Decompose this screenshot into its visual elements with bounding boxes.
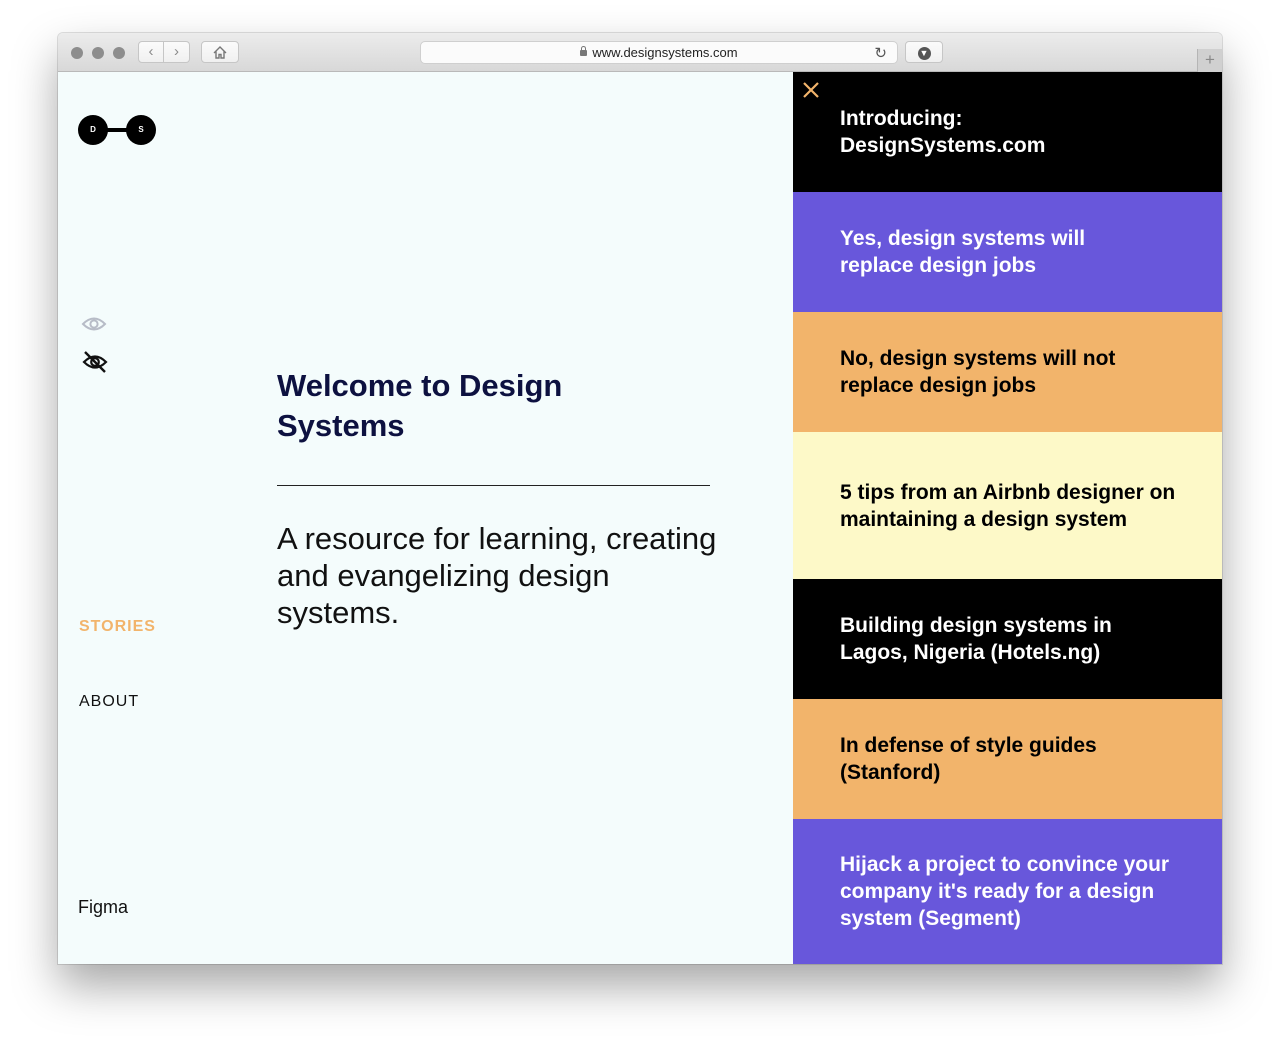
url-text: www.designsystems.com	[592, 45, 738, 60]
story-card[interactable]: Hijack a project to convince your compan…	[793, 819, 1222, 964]
chevron-left-icon: ‹	[148, 43, 154, 60]
story-card[interactable]: Yes, design systems will replace design …	[793, 192, 1222, 312]
close-icon[interactable]	[802, 81, 820, 99]
page-content: D S STORIES ABOUT Figma Welcome to Desig…	[58, 72, 1222, 964]
eye-icon[interactable]	[81, 314, 107, 334]
story-card[interactable]: In defense of style guides (Stanford)	[793, 699, 1222, 819]
story-card[interactable]: Introducing: DesignSystems.com	[793, 72, 1222, 192]
download-icon: ▼	[917, 47, 931, 60]
story-title: Hijack a project to convince your compan…	[840, 853, 1170, 930]
logo-letter-d: D	[78, 115, 108, 145]
new-tab-button[interactable]: +	[1197, 49, 1222, 72]
story-title: In defense of style guides (Stanford)	[840, 734, 1097, 784]
story-card[interactable]: No, design systems will not replace desi…	[793, 312, 1222, 432]
site-logo[interactable]: D S	[78, 115, 156, 145]
story-card[interactable]: Building design systems in Lagos, Nigeri…	[793, 579, 1222, 699]
browser-window: ‹ › www.designsystems.com ↻ ▼ + D S STOR…	[58, 33, 1222, 964]
page-title: Welcome to Design Systems	[277, 368, 563, 443]
eye-slash-icon[interactable]	[81, 348, 109, 376]
home-icon	[213, 46, 227, 59]
logo-letter-s: S	[126, 115, 156, 145]
download-button[interactable]: ▼	[905, 41, 943, 63]
address-bar[interactable]: www.designsystems.com ↻	[420, 41, 898, 64]
forward-button[interactable]: ›	[164, 41, 190, 63]
home-button[interactable]	[201, 41, 239, 63]
minimize-window-icon[interactable]	[92, 47, 104, 59]
story-title: Introducing: DesignSystems.com	[840, 107, 1046, 157]
story-title: 5 tips from an Airbnb designer on mainta…	[840, 480, 1176, 531]
close-window-icon[interactable]	[71, 47, 83, 59]
chevron-right-icon: ›	[174, 43, 179, 60]
nav-stories[interactable]: STORIES	[79, 618, 156, 636]
browser-toolbar: ‹ › www.designsystems.com ↻ ▼ +	[58, 33, 1222, 72]
stories-panel: Introducing: DesignSystems.com Yes, desi…	[793, 72, 1222, 964]
story-card[interactable]: 5 tips from an Airbnb designer on mainta…	[793, 432, 1222, 579]
lock-icon	[580, 46, 588, 56]
story-title: Yes, design systems will replace design …	[840, 227, 1086, 277]
nav-about[interactable]: ABOUT	[79, 693, 139, 711]
reload-icon[interactable]: ↻	[874, 43, 887, 64]
story-title: No, design systems will not replace desi…	[840, 347, 1116, 397]
story-title: Building design systems in Lagos, Nigeri…	[840, 614, 1112, 664]
page-subtitle: A resource for learning, creating and ev…	[277, 521, 717, 630]
figma-link[interactable]: Figma	[78, 897, 128, 918]
zoom-window-icon[interactable]	[113, 47, 125, 59]
divider	[277, 485, 710, 486]
back-button[interactable]: ‹	[138, 41, 164, 63]
